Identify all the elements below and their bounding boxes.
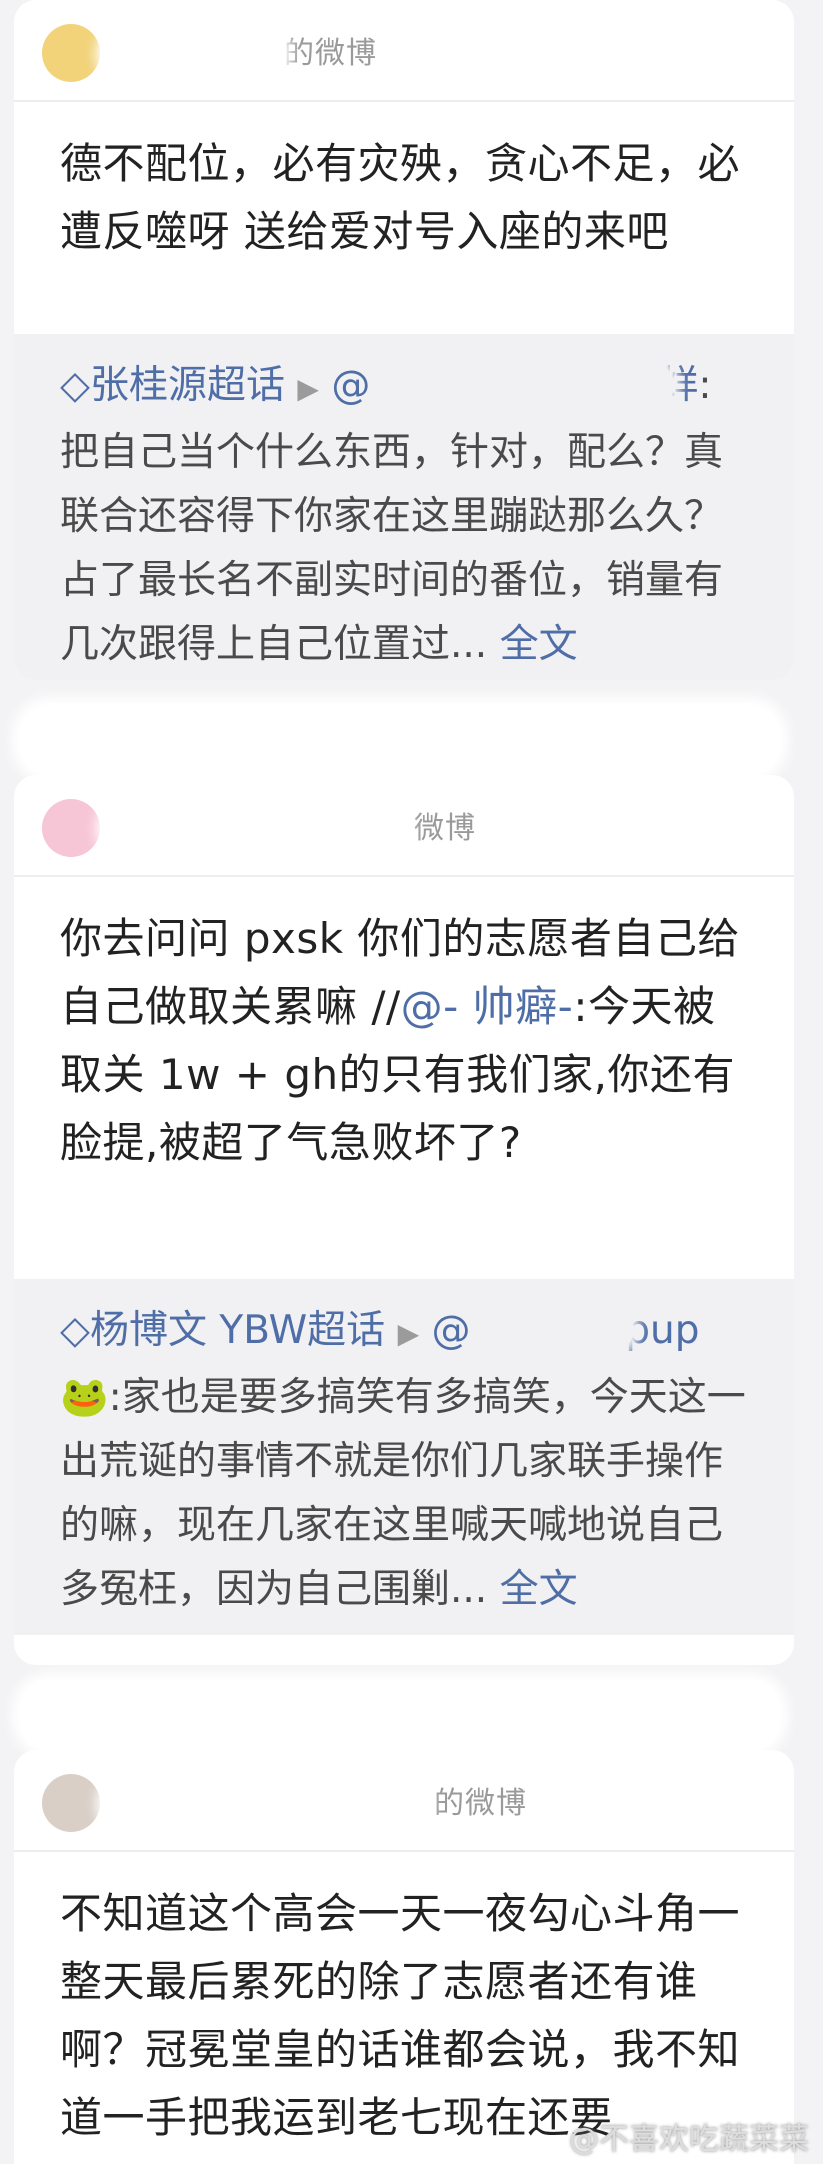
redaction — [20, 1680, 780, 1750]
avatar[interactable] — [42, 799, 100, 857]
redaction — [104, 30, 284, 78]
post-header: 的微博 — [14, 1750, 794, 1850]
full-text-link[interactable]: 全文 — [500, 1567, 578, 1612]
avatar[interactable] — [42, 1774, 100, 1832]
post-text: 你去问问 pxsk 你们的志愿者自己给自己做取关累嘛 //@- 帅癖-:今天被取… — [14, 877, 794, 1279]
quoted-post[interactable]: ◇张桂源超话 ▶ @打烊:把自己当个什么东西，针对，配么？真联合还容得下你家在这… — [14, 334, 794, 680]
avatar[interactable] — [42, 24, 100, 82]
supertopic-link[interactable]: 张桂源超话 — [90, 363, 285, 408]
diamond-icon: ◇ — [60, 363, 90, 408]
author-name[interactable]: 的微博 — [284, 28, 377, 72]
author-name[interactable]: 微博 — [414, 803, 476, 847]
redaction — [20, 705, 780, 775]
redaction — [104, 1780, 424, 1828]
watermark: @不喜欢吃蔬菜菜 — [569, 2122, 809, 2157]
post-header: 的微博 — [14, 0, 794, 100]
play-arrow-icon: ▶ — [297, 372, 319, 405]
frog-icon: 🐸 — [60, 1375, 109, 1420]
post-card-3[interactable]: 的微博 不知道这个高会一天一夜勾心斗角一整天最后累死的除了志愿者还有谁啊？冠冕堂… — [14, 1750, 794, 2164]
supertopic-link[interactable]: 杨博文 YBW超话 — [90, 1308, 385, 1353]
post-text: 德不配位，必有灾殃，贪心不足，必遭反噬呀 送给爱对号入座的来吧 — [60, 139, 741, 256]
post-card-2[interactable]: 微博 你去问问 pxsk 你们的志愿者自己给自己做取关累嘛 //@- 帅癖-:今… — [14, 775, 794, 1665]
post-header: 微博 — [14, 775, 794, 875]
play-arrow-icon: ▶ — [397, 1317, 420, 1350]
redaction — [414, 362, 674, 408]
redaction — [104, 805, 404, 853]
full-text-link[interactable]: 全文 — [500, 622, 578, 667]
quote-text: :把自己当个什么东西，针对，配么？真联合还容得下你家在这里蹦跶那么久？占了最长名… — [60, 363, 724, 667]
quote-text: :家也是要多搞笑有多搞笑，今天这一出荒诞的事情不就是你们几家联手操作的嘛，现在几… — [60, 1375, 746, 1612]
mention-link[interactable]: @ — [331, 363, 370, 408]
quoted-post[interactable]: ◇杨博文 YBW超话 ▶ @ upup 🐸:家也是要多搞笑有多搞笑，今天这一出荒诞… — [14, 1279, 794, 1635]
mention-link[interactable]: @ — [432, 1308, 471, 1353]
author-name[interactable]: 的微博 — [434, 1778, 527, 1822]
mention-link[interactable]: @- 帅癖- — [401, 982, 574, 1031]
redaction — [484, 1309, 634, 1351]
post-card-1[interactable]: 的微博 德不配位，必有灾殃，贪心不足，必遭反噬呀 送给爱对号入座的来吧 ◇张桂源… — [14, 0, 794, 680]
diamond-icon: ◇ — [60, 1308, 90, 1353]
